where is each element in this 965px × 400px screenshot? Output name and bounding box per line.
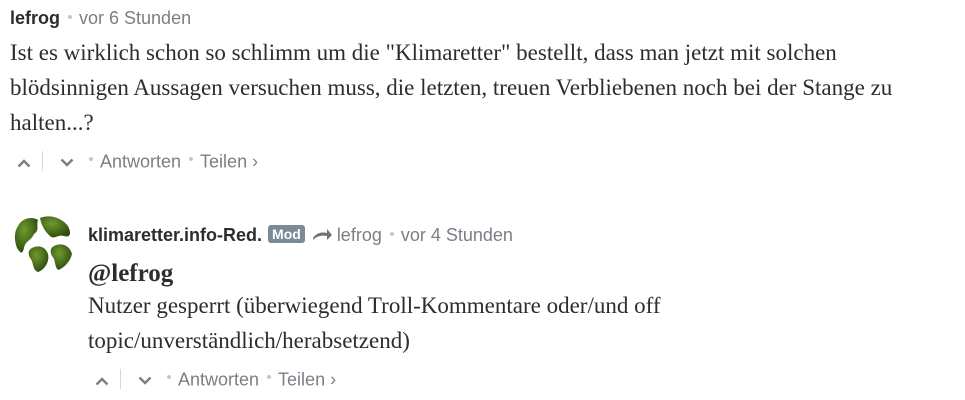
comment-header: klimaretter.info-Red. Mod lefrog vor 4 Stun… (88, 224, 513, 246)
chevron-down-icon (60, 158, 74, 167)
comment-author[interactable]: klimaretter.info-Red. (88, 225, 262, 245)
comment-time[interactable]: vor 4 Stunden (401, 225, 513, 245)
comment-actions: Antworten Teilen › (88, 366, 336, 390)
globe-avatar[interactable] (10, 212, 74, 276)
share-link[interactable]: Teilen › (278, 369, 336, 389)
separator-dot (68, 15, 73, 20)
separator-dot (89, 157, 93, 162)
reply-link[interactable]: Antworten (100, 151, 181, 171)
mention-link[interactable]: @lefrog (88, 256, 173, 291)
downvote-button[interactable] (53, 149, 81, 173)
chevron-down-icon (138, 376, 152, 385)
downvote-button[interactable] (131, 367, 159, 391)
comment-header: lefrog vor 6 Stunden (10, 7, 191, 29)
separator-dot (167, 375, 171, 380)
upvote-button[interactable] (10, 149, 38, 173)
separator-dot (389, 232, 394, 237)
comment-actions: Antworten Teilen › (10, 148, 258, 172)
comment-author[interactable]: lefrog (10, 8, 60, 28)
comment-text: Nutzer gesperrt (überwiegend Troll-Komme… (88, 293, 661, 353)
separator-dot (267, 375, 272, 380)
share-link[interactable]: Teilen › (200, 151, 258, 171)
reply-arrow-icon (312, 229, 332, 240)
comment-text: Ist es wirklich schon so schlimm um die … (10, 40, 893, 135)
chevron-up-icon (17, 158, 31, 167)
reply-to-user[interactable]: lefrog (337, 225, 382, 245)
chevron-up-icon (95, 376, 109, 385)
vote-divider (120, 369, 121, 390)
mod-badge: Mod (268, 225, 305, 243)
separator-dot (189, 157, 194, 162)
comment-time[interactable]: vor 6 Stunden (79, 8, 191, 28)
vote-divider (42, 151, 43, 172)
upvote-button[interactable] (88, 367, 116, 391)
reply-link[interactable]: Antworten (178, 369, 259, 389)
